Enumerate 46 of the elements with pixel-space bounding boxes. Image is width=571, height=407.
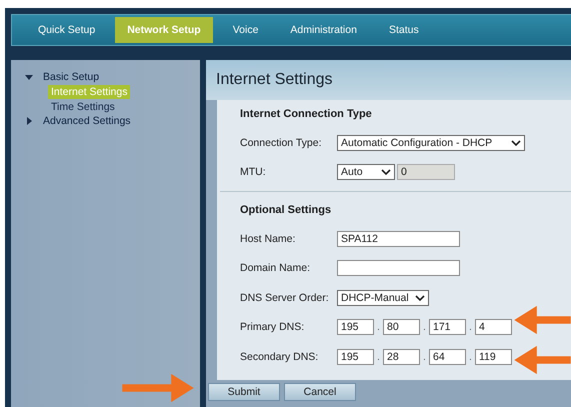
- field-label: Primary DNS:: [240, 321, 306, 334]
- nav-tab[interactable]: Quick Setup: [26, 15, 108, 45]
- host-name-field[interactable]: SPA112: [337, 230, 460, 247]
- nav-tab[interactable]: Administration: [278, 15, 369, 45]
- left-arrow-icon: [514, 304, 571, 336]
- page-title: Internet Settings: [216, 71, 333, 89]
- ip-octet-field[interactable]: 80: [383, 319, 420, 336]
- field-label: Domain Name:: [240, 262, 312, 274]
- field-label: Host Name:: [240, 232, 296, 245]
- section-heading: Optional Settings: [240, 204, 332, 218]
- ip-octet-field[interactable]: 195: [337, 348, 374, 365]
- cancel-button[interactable]: Cancel: [284, 383, 356, 401]
- ip-separator: .: [376, 321, 381, 334]
- ip-octet-field[interactable]: 171: [429, 319, 466, 336]
- domain-name-field[interactable]: [337, 260, 460, 276]
- nav-tab[interactable]: Status: [376, 15, 431, 45]
- ip-octet-field[interactable]: 195: [337, 319, 374, 336]
- ip-octet-field[interactable]: 28: [383, 348, 420, 365]
- field-label: MTU:: [240, 166, 267, 178]
- chevron-icon: [511, 140, 521, 146]
- field-label: DNS Server Order:: [240, 292, 330, 304]
- sidebar-subitem[interactable]: Time Settings: [48, 100, 118, 114]
- ip-separator: .: [422, 321, 427, 334]
- connection-type-dropdown[interactable]: Automatic Configuration - DHCP: [337, 134, 525, 151]
- nav-tab[interactable]: Voice: [220, 15, 270, 45]
- ip-octet-field[interactable]: 4: [475, 319, 512, 336]
- ip-separator: .: [422, 350, 427, 363]
- mtu-dropdown[interactable]: Auto: [337, 164, 395, 180]
- expand-triangle-icon[interactable]: [25, 117, 33, 125]
- sidebar-item[interactable]: Advanced Settings: [43, 115, 131, 127]
- dns-order-dropdown[interactable]: DHCP-Manual: [337, 290, 429, 306]
- chevron-icon: [415, 294, 425, 301]
- field-label: Connection Type:: [240, 136, 323, 149]
- ip-octet-field[interactable]: 64: [429, 348, 466, 365]
- ip-separator: .: [376, 350, 381, 363]
- submit-button[interactable]: Submit: [208, 383, 280, 401]
- field-label: Secondary DNS:: [240, 350, 320, 363]
- ip-octet-field[interactable]: 119: [475, 348, 512, 365]
- right-arrow-icon: [122, 372, 194, 404]
- expand-triangle-icon[interactable]: [25, 73, 33, 81]
- ip-separator: .: [468, 321, 473, 334]
- left-arrow-icon: [514, 344, 571, 376]
- section-heading: Internet Connection Type: [240, 108, 373, 122]
- ip-separator: .: [468, 350, 473, 363]
- sidebar-item[interactable]: Basic Setup: [43, 71, 100, 83]
- chevron-icon: [381, 169, 391, 176]
